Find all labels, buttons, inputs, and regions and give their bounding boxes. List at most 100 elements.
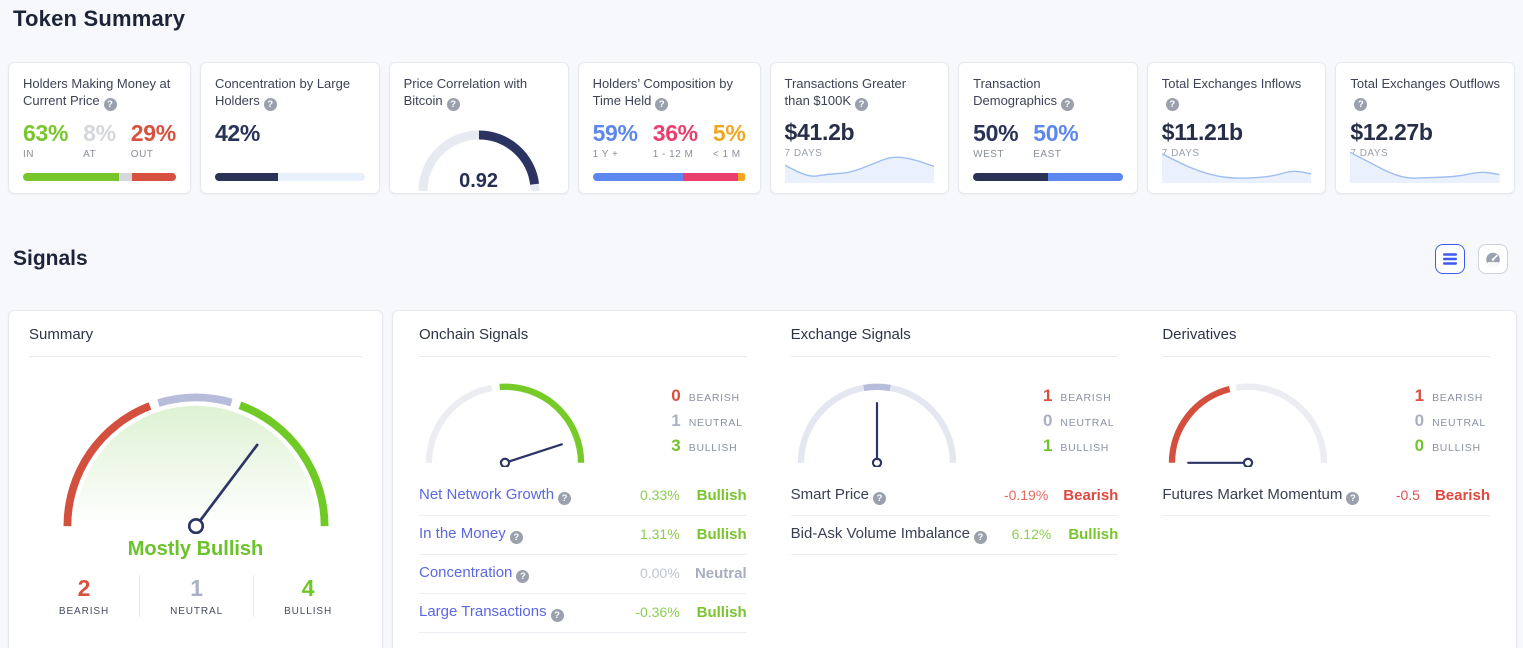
signal-status: Bearish	[1435, 487, 1490, 504]
card-title-text: Total Exchanges Outflows	[1350, 76, 1500, 91]
card-title: Concentration by Large Holders	[215, 75, 365, 111]
signal-status: Bullish	[1066, 526, 1118, 543]
list-icon	[1442, 251, 1458, 267]
signal-row-left: Smart Price	[791, 486, 886, 505]
signal-row: Futures Market Momentum-0.5Bearish	[1162, 477, 1490, 516]
help-icon[interactable]	[1354, 98, 1367, 111]
token-summary-card: Holders’ Composition by Time Held59%1 Y …	[578, 62, 761, 194]
gauge-arc	[429, 388, 492, 463]
help-icon[interactable]	[855, 98, 868, 111]
signal-row: Smart Price-0.19%Bearish	[791, 477, 1119, 516]
signal-label: Smart Price	[791, 486, 869, 503]
signal-value: 0.33%	[640, 487, 680, 503]
signal-status: Bullish	[695, 487, 747, 504]
help-icon[interactable]	[873, 492, 886, 505]
help-icon[interactable]	[516, 570, 529, 583]
stat-count: 2	[78, 575, 91, 602]
signal-label[interactable]: Large Transactions	[419, 603, 547, 620]
card-metrics: 50%WEST50%EAST	[973, 120, 1123, 160]
list-view-button[interactable]	[1435, 244, 1465, 274]
help-icon[interactable]	[558, 492, 571, 505]
metric-value: 59%	[593, 120, 638, 147]
signal-value: 6.12%	[1012, 526, 1052, 542]
stat-label: BEARISH	[1060, 392, 1111, 404]
signal-row-right: -0.5Bearish	[1396, 487, 1490, 504]
help-icon[interactable]	[974, 531, 987, 544]
help-icon[interactable]	[655, 98, 668, 111]
summary-panel: Summary Mostly Bullish 2BEARISH1NEUTRAL4…	[8, 310, 383, 648]
metric-label: IN	[23, 149, 68, 160]
help-icon[interactable]	[1166, 98, 1179, 111]
help-icon[interactable]	[104, 98, 117, 111]
signal-row-left: Bid-Ask Volume Imbalance	[791, 525, 987, 544]
stat-count: 0	[670, 386, 681, 406]
gauge-stats: 0BEARISH1NEUTRAL3BULLISH	[670, 386, 743, 456]
bar-segment	[593, 173, 683, 181]
sentiment-stat: 0NEUTRAL	[1413, 411, 1486, 431]
bar-segment	[132, 173, 176, 181]
gauge-pivot	[189, 519, 202, 532]
signals-section: Summary Mostly Bullish 2BEARISH1NEUTRAL4…	[8, 310, 1517, 648]
metric-value: 63%	[23, 120, 68, 147]
help-icon[interactable]	[510, 531, 523, 544]
card-body: 63%IN8%AT29%OUT	[23, 120, 176, 160]
bar-segment	[23, 173, 119, 181]
stat-count: 4	[302, 575, 315, 602]
token-summary-card: Concentration by Large Holders 42%	[200, 62, 380, 194]
summary-gauge	[56, 383, 336, 534]
gauge-row: 1BEARISH0NEUTRAL1BULLISH	[791, 375, 1119, 467]
signals-title: Signals	[13, 247, 88, 271]
help-icon[interactable]	[447, 98, 460, 111]
stat-label: BULLISH	[284, 606, 332, 617]
signal-row-left: Large Transactions	[419, 603, 564, 622]
signal-row: Bid-Ask Volume Imbalance 6.12% Bullish	[791, 516, 1119, 555]
gauge-row: 1BEARISH0NEUTRAL0BULLISH	[1162, 375, 1490, 467]
help-icon[interactable]	[264, 98, 277, 111]
sentiment-stat: 1NEUTRAL	[670, 411, 743, 431]
signals-header: Signals	[13, 244, 1508, 274]
signal-label[interactable]: Net Network Growth	[419, 486, 554, 503]
stat-count: 0	[1041, 411, 1052, 431]
signals-column: Derivatives 1BEARISH0NEUTRAL0BULLISH Futur…	[1162, 311, 1490, 648]
token-summary-card: Holders Making Money at Current Price63%…	[8, 62, 191, 194]
card-title-text: Concentration by Large Holders	[215, 76, 350, 108]
card-title-text: Total Exchanges Inflows	[1162, 76, 1301, 91]
summary-stats: 2BEARISH1NEUTRAL4BULLISH	[29, 575, 362, 617]
card-title: Transactions Greater than $100K	[785, 75, 935, 111]
card-title: Price Correlation with Bitcoin	[404, 75, 554, 111]
signal-value: -0.36%	[635, 604, 679, 620]
stat-label: NEUTRAL	[1432, 417, 1486, 429]
verdict-text: Mostly Bullish	[29, 538, 362, 561]
signal-label[interactable]: Concentration	[419, 564, 512, 581]
sentiment-stat: 1BULLISH	[1041, 436, 1114, 456]
gauge-view-button[interactable]	[1478, 244, 1508, 274]
bar-segment	[215, 173, 278, 181]
card-title: Holders’ Composition by Time Held	[593, 75, 746, 111]
metric-value: 8%	[83, 120, 116, 147]
gauge-needle	[505, 444, 562, 462]
distribution-bar	[593, 173, 746, 181]
metric-value: $41.2b	[785, 119, 935, 146]
signal-label: Bid-Ask Volume Imbalance	[791, 525, 970, 542]
card-metrics: 42%	[215, 120, 365, 149]
stat-count: 1	[1041, 436, 1052, 456]
view-toggle	[1435, 244, 1508, 274]
signal-row: Net Network Growth 0.33% Bullish	[419, 477, 747, 516]
panel-title: Derivatives	[1162, 311, 1490, 357]
signal-status: Bearish	[1063, 487, 1118, 504]
gauge-arc	[1236, 387, 1324, 463]
bar-segment	[1048, 173, 1123, 181]
metric-label: OUT	[131, 149, 176, 160]
sentiment-stat: 3BULLISH	[670, 436, 743, 456]
token-summary-card: Total Exchanges Outflows$12.27b7 DAYS	[1335, 62, 1515, 194]
panel-title: Exchange Signals	[791, 311, 1119, 357]
help-icon[interactable]	[1346, 492, 1359, 505]
help-icon[interactable]	[551, 609, 564, 622]
sparkline	[1162, 143, 1312, 183]
token-summary-card: Transactions Greater than $100K$41.2b7 D…	[770, 62, 950, 194]
signal-label[interactable]: In the Money	[419, 525, 506, 542]
signal-rows: Net Network Growth 0.33% Bullish In the Mon…	[419, 477, 747, 633]
gauge-row: 0BEARISH1NEUTRAL3BULLISH	[419, 375, 747, 467]
signal-row-right: -0.36%Bullish	[635, 604, 746, 621]
help-icon[interactable]	[1061, 98, 1074, 111]
